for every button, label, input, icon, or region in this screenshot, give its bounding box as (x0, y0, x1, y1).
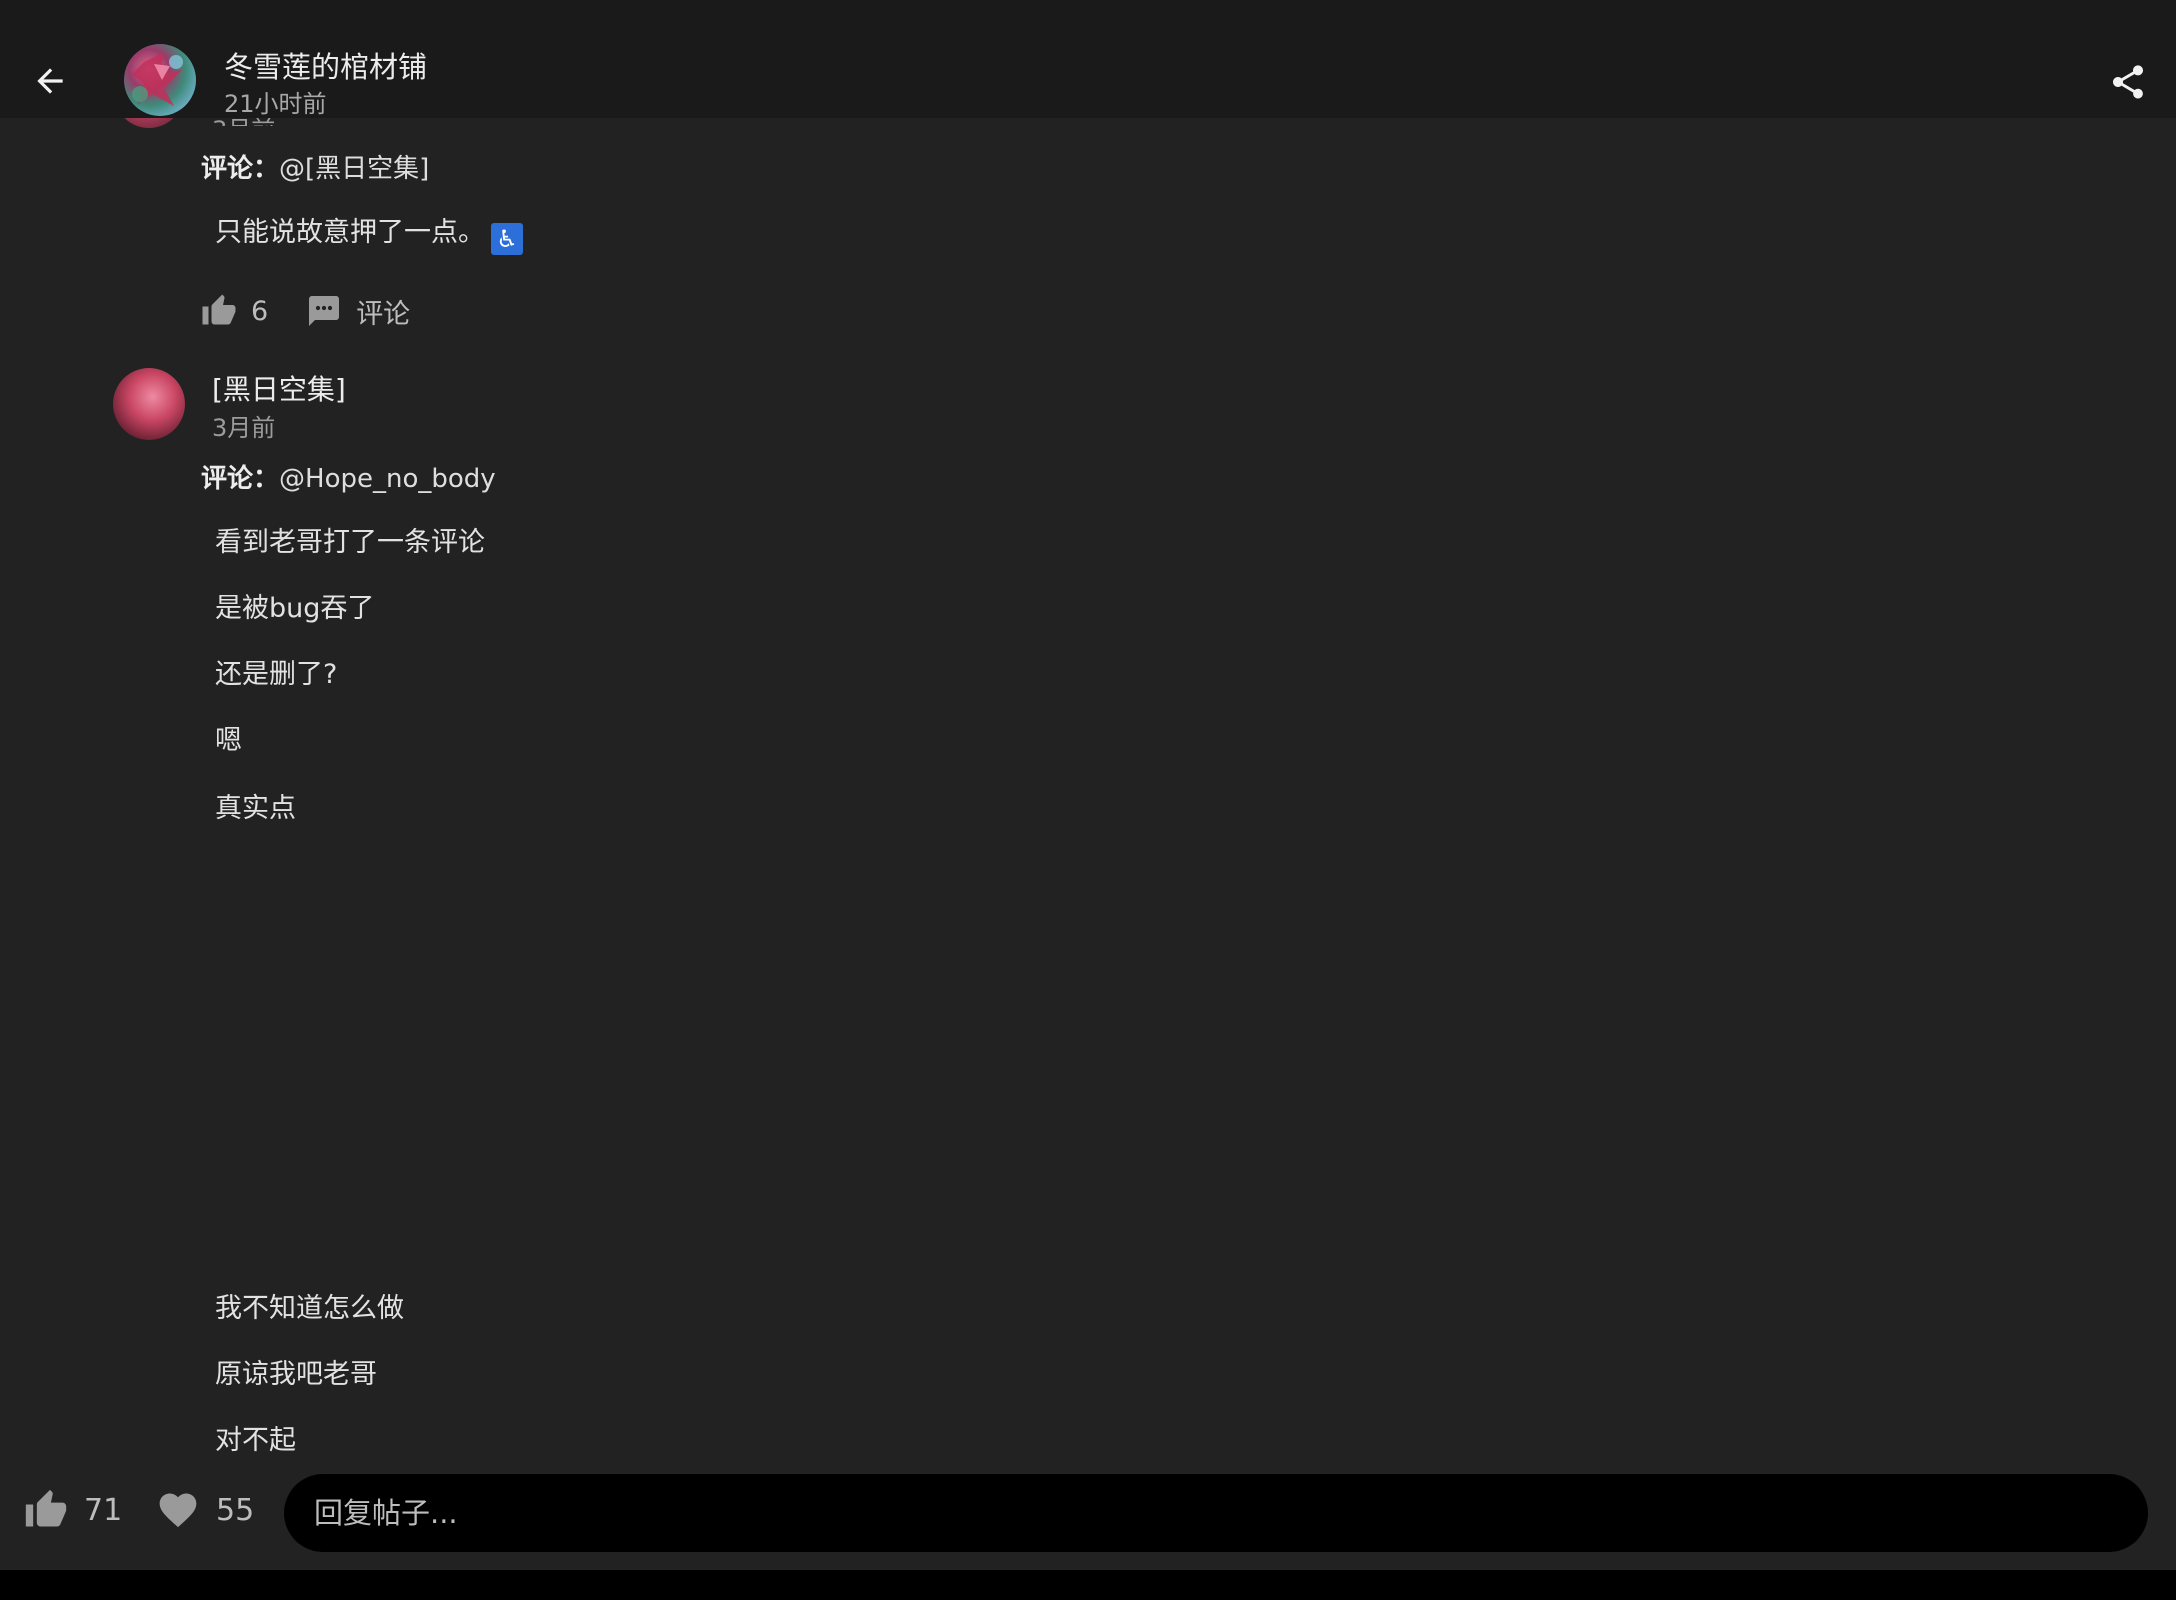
thumbs-up-icon (25, 1489, 67, 1527)
post-like-count: 71 (84, 1492, 123, 1528)
commenter-avatar[interactable] (113, 368, 185, 440)
author-avatar[interactable] (124, 44, 196, 116)
reply-label: 评论： (201, 154, 280, 184)
comment-text-line: 只能说故意押了一点。 (215, 217, 485, 248)
heart-icon (159, 1493, 197, 1528)
post-time: 21小时前 (224, 90, 327, 118)
avatar-art-icon (132, 52, 183, 106)
reply-to-line: 评论：@Hope_no_body (201, 458, 496, 495)
comment-text-line: 还是删了? (215, 659, 338, 690)
comment-time: 3月前 (212, 118, 275, 126)
comment-text: 只能说故意押了一点。 ♿ (215, 210, 523, 255)
comment-text-line: 是被bug吞了 (215, 593, 375, 624)
reply-label: 评论： (201, 464, 280, 494)
share-button[interactable] (2104, 58, 2152, 106)
thumbs-up-icon (202, 294, 236, 325)
comment-list[interactable]: 3月前 评论：@[黑日空集] 只能说故意押了一点。♿ 6 评论 (0, 118, 2176, 1468)
comment-actions: 6 评论 (201, 286, 410, 336)
post-favorite-count: 55 (216, 1492, 255, 1528)
arrow-left-icon (37, 68, 63, 94)
post-page: 冬雪莲的棺材铺 21小时前 3月前 评论：@[黑日空集] 只能说故意押了一点。♿… (0, 0, 2176, 1600)
reply-to-line: 评论：@[黑日空集] (201, 148, 429, 185)
comment-time: 3月前 (212, 414, 276, 442)
wheelchair-emoji-icon: ♿ (491, 223, 523, 255)
comment-text-line: 我不知道怎么做 (215, 1293, 404, 1324)
comment-like-count: 6 (251, 295, 269, 327)
comment-text-line: 看到老哥打了一条评论 (215, 527, 485, 558)
comment-text-line: 嗯 (215, 725, 242, 756)
system-nav-bar (0, 1570, 2176, 1600)
comment-reply-label: 评论 (356, 298, 411, 330)
comment-like-button[interactable]: 6 (201, 293, 268, 329)
bottom-action-bar: 71 55 (0, 1468, 2176, 1570)
post-like-button[interactable]: 71 (24, 1488, 122, 1532)
mention-link[interactable]: @Hope_no_body (279, 464, 496, 494)
comment-text-line: 原谅我吧老哥 (215, 1359, 377, 1390)
share-icon (2113, 65, 2143, 99)
commenter-name[interactable]: [黑日空集] (212, 368, 346, 408)
chat-bubble-icon (309, 296, 340, 326)
mention-link[interactable]: @[黑日空集] (279, 154, 429, 184)
comment-text-line: 对不起 (215, 1425, 296, 1456)
comment-reply-button[interactable]: 评论 (306, 292, 410, 331)
back-button[interactable] (20, 46, 80, 116)
post-favorite-button[interactable]: 55 (156, 1488, 254, 1532)
app-bar: 冬雪莲的棺材铺 21小时前 (0, 0, 2176, 118)
reply-input[interactable] (284, 1474, 2148, 1552)
post-author-name[interactable]: 冬雪莲的棺材铺 (224, 44, 427, 86)
commenter-avatar[interactable] (114, 118, 184, 128)
comment-text-line: 真实点 (215, 793, 296, 824)
